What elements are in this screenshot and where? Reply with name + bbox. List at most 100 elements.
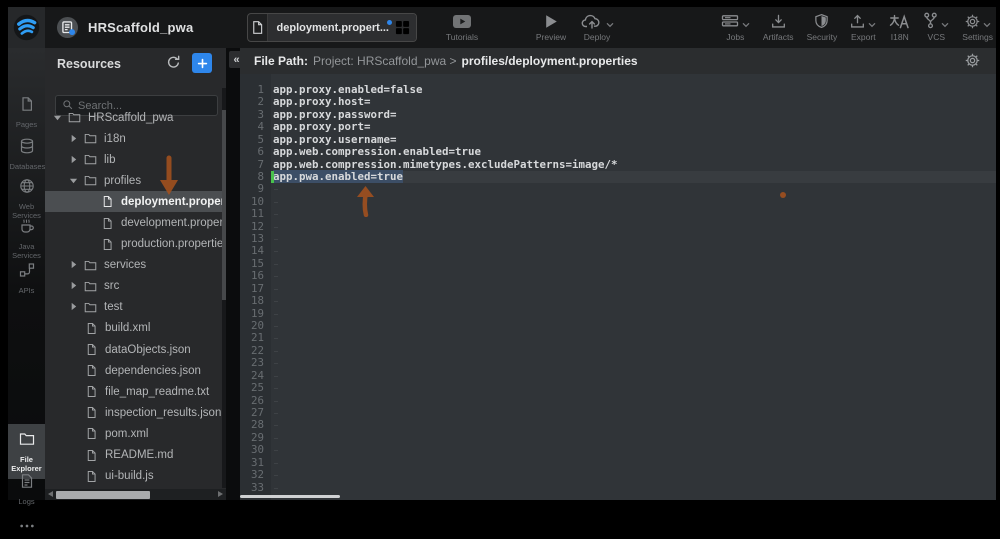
sidebar-item-file-explorer[interactable]: File Explorer <box>8 424 45 479</box>
tree-item-ui-build-js[interactable]: ui-build.js <box>45 466 226 487</box>
tree-item-services[interactable]: services <box>45 255 226 276</box>
code-line-16[interactable] <box>271 270 996 282</box>
apis-icon <box>19 262 35 283</box>
code-line-8[interactable]: app.pwa.enabled=true <box>271 171 996 183</box>
tree-item-development-properties[interactable]: development.properties <box>45 212 226 233</box>
tree-item-readme-md[interactable]: README.md <box>45 445 226 466</box>
tree-item-i18n[interactable]: i18n <box>45 128 226 149</box>
add-resource-button[interactable] <box>192 53 212 73</box>
scroll-thumb[interactable] <box>56 491 150 499</box>
sidebar-item-more[interactable] <box>8 518 45 539</box>
code-line-33[interactable] <box>271 482 996 494</box>
tree-item-profiles[interactable]: profiles <box>45 170 226 191</box>
web-services-icon <box>19 178 35 199</box>
tree-item-label: src <box>104 280 119 292</box>
open-file-tab[interactable]: deployment.propert... <box>247 13 417 42</box>
code-line-26[interactable] <box>271 395 996 407</box>
refresh-icon[interactable] <box>166 55 184 73</box>
caret-right-icon[interactable] <box>69 134 79 144</box>
tree-item-label: README.md <box>105 449 173 461</box>
code-line-14[interactable] <box>271 245 996 257</box>
tree-item-file-map-readme-txt[interactable]: file_map_readme.txt <box>45 381 226 402</box>
code-line-20[interactable] <box>271 320 996 332</box>
tree-item-src[interactable]: src <box>45 276 226 297</box>
topbar-deploy-button[interactable]: Deploy <box>572 12 622 44</box>
topbar-preview-button[interactable]: Preview <box>530 12 572 44</box>
topbar-tutorials-button[interactable]: Tutorials <box>438 12 486 44</box>
gear-icon[interactable] <box>965 53 980 71</box>
code-line-27[interactable] <box>271 407 996 419</box>
tree-horizontal-scrollbar[interactable] <box>45 489 226 500</box>
topbar-jobs-button[interactable]: Jobs <box>721 12 750 42</box>
code-line-19[interactable] <box>271 308 996 320</box>
tree-item-pom-xml[interactable]: pom.xml <box>45 423 226 444</box>
tree-item-dependencies-json[interactable]: dependencies.json <box>45 360 226 381</box>
project-switcher[interactable]: HRScaffold_pwa <box>56 7 193 48</box>
code-line-2[interactable]: app.proxy.host= <box>271 96 996 108</box>
deploy-label: Deploy <box>584 32 610 42</box>
tree-item-lib[interactable]: lib <box>45 149 226 170</box>
code-editor[interactable]: File Path: Project: HRScaffold_pwa > pro… <box>240 48 996 500</box>
code-line-3[interactable]: app.proxy.password= <box>271 109 996 121</box>
code-line-22[interactable] <box>271 345 996 357</box>
wavemaker-logo-icon[interactable] <box>8 7 45 48</box>
caret-right-icon[interactable] <box>69 281 79 291</box>
code-line-30[interactable] <box>271 444 996 456</box>
topbar-i18n-button[interactable]: I18N <box>889 12 910 42</box>
tree-item-test[interactable]: test <box>45 297 226 318</box>
code-line-4[interactable]: app.proxy.port= <box>271 121 996 133</box>
caret-right-icon[interactable] <box>69 260 79 270</box>
code-line-6[interactable]: app.web.compression.enabled=true <box>271 146 996 158</box>
tree-item-build-xml[interactable]: build.xml <box>45 318 226 339</box>
code-line-18[interactable] <box>271 295 996 307</box>
code-line-29[interactable] <box>271 432 996 444</box>
tree-item-hrscaffold-pwa[interactable]: HRScaffold_pwa <box>45 107 226 128</box>
code-line-32[interactable] <box>271 469 996 481</box>
caret-right-icon[interactable] <box>69 155 79 165</box>
code-line-24[interactable] <box>271 370 996 382</box>
topbar-export-button[interactable]: Export <box>850 12 876 42</box>
grid-icon[interactable] <box>395 20 410 35</box>
code-line-31[interactable] <box>271 457 996 469</box>
code-line-17[interactable] <box>271 283 996 295</box>
caret-down-icon[interactable] <box>53 113 63 123</box>
topbar-settings-button[interactable]: Settings <box>962 12 993 42</box>
topbar-security-button[interactable]: Security <box>807 12 838 42</box>
tree-item-label: lib <box>104 154 116 166</box>
sidebar-item-web-services[interactable]: Web Services <box>8 178 45 220</box>
code-line-11[interactable] <box>271 208 996 220</box>
tree-item-production-properties[interactable]: production.properties <box>45 234 226 255</box>
code-line-10[interactable] <box>271 196 996 208</box>
code-line-25[interactable] <box>271 382 996 394</box>
sidebar-item-java-services[interactable]: Java Services <box>8 218 45 260</box>
code-line-9[interactable] <box>271 183 996 195</box>
sidebar-item-pages[interactable]: Pages <box>8 96 45 129</box>
code-line-23[interactable] <box>271 357 996 369</box>
tab-label-cell[interactable]: deployment.propert... <box>268 14 416 41</box>
tree-item-label: profiles <box>104 175 141 187</box>
code-line-15[interactable] <box>271 258 996 270</box>
tree-item-inspection-results-json[interactable]: inspection_results.json <box>45 402 226 423</box>
sidebar-item-apis[interactable]: APIs <box>8 262 45 295</box>
code-line-13[interactable] <box>271 233 996 245</box>
code-line-1[interactable]: app.proxy.enabled=false <box>271 84 996 96</box>
scroll-left-arrow[interactable] <box>48 491 53 497</box>
sidebar-item-databases[interactable]: Databases <box>8 138 45 171</box>
caret-right-icon[interactable] <box>69 302 79 312</box>
topbar-vcs-button[interactable]: VCS <box>923 12 949 42</box>
caret-down-icon[interactable] <box>69 176 79 186</box>
code-area[interactable]: 1234567891011121314151617181920212223242… <box>240 74 996 500</box>
chevron-down-icon <box>868 22 876 28</box>
left-icon-sidebar: Pages Databases Web ServicesJava ServicesA… <box>8 48 45 500</box>
tree-item-dataobjects-json[interactable]: dataObjects.json <box>45 339 226 360</box>
scroll-right-arrow[interactable] <box>218 491 223 497</box>
code-lines[interactable]: app.proxy.enabled=falseapp.proxy.host=ap… <box>271 74 996 500</box>
tree-item-deployment-properties[interactable]: deployment.properties <box>45 191 226 212</box>
file-path-project: Project: HRScaffold_pwa > <box>313 54 457 68</box>
code-line-12[interactable] <box>271 221 996 233</box>
editor-horizontal-scrollbar[interactable] <box>240 495 340 498</box>
code-line-21[interactable] <box>271 332 996 344</box>
topbar-artifacts-button[interactable]: Artifacts <box>763 12 794 42</box>
sidebar-item-logs[interactable]: Logs <box>8 473 45 506</box>
code-line-28[interactable] <box>271 419 996 431</box>
